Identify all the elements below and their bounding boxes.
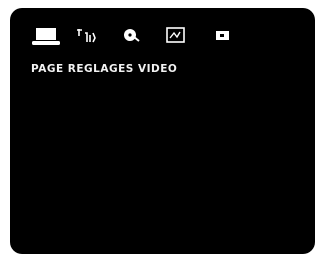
disc-icon[interactable] (120, 26, 144, 50)
audio-icon[interactable] (76, 26, 100, 50)
image-settings-icon[interactable] (165, 26, 191, 50)
page-title: PAGE REGLAGES VIDEO (31, 63, 178, 75)
settings-icon-bar (32, 26, 282, 52)
preferences-icon[interactable] (214, 26, 236, 50)
display-icon[interactable] (32, 26, 62, 50)
settings-menu-screen: PAGE REGLAGES VIDEO (10, 8, 315, 254)
